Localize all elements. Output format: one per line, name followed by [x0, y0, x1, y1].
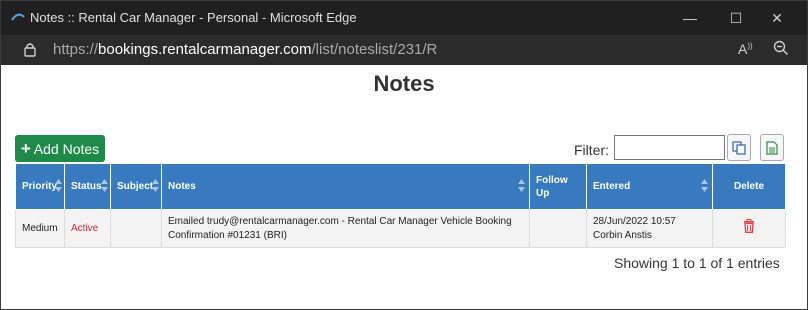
plus-icon: +	[20, 139, 31, 158]
copy-icon	[732, 140, 746, 155]
sort-icon	[518, 179, 525, 192]
app-logo-icon	[11, 13, 25, 21]
cell-delete	[712, 209, 786, 248]
column-header-priority[interactable]: Priority	[15, 163, 65, 210]
maximize-icon[interactable]: ☐	[726, 9, 746, 27]
read-aloud-icon[interactable]: A))	[738, 41, 753, 57]
trash-icon[interactable]	[743, 219, 755, 233]
title-bar: Notes :: Rental Car Manager - Personal -…	[1, 1, 807, 35]
close-icon[interactable]: ✕	[767, 9, 787, 27]
sort-icon	[701, 179, 708, 192]
column-header-entered[interactable]: Entered	[586, 163, 713, 210]
filter-input[interactable]	[614, 135, 725, 160]
lock-icon[interactable]	[23, 41, 37, 57]
sort-icon	[101, 179, 108, 192]
zoom-out-icon[interactable]	[773, 40, 789, 56]
cell-entered: 28/Jun/2022 10:57 Corbin Anstis	[586, 209, 713, 248]
column-header-delete: Delete	[712, 163, 786, 210]
header-label: Priority	[22, 181, 58, 192]
spreadsheet-icon	[766, 140, 778, 155]
column-header-subject[interactable]: Subject	[110, 163, 162, 210]
cell-subject	[110, 209, 162, 248]
table-row[interactable]: Medium Active Emailed trudy@rentalcarman…	[15, 209, 786, 248]
page-title: Notes	[373, 71, 435, 96]
column-header-notes[interactable]: Notes	[161, 163, 530, 210]
notes-table: Priority Status Subject Notes Follow Up …	[15, 163, 786, 248]
cell-status: Active	[64, 209, 111, 248]
url-host: bookings.rentalcarmanager.com	[98, 41, 312, 58]
column-header-status[interactable]: Status	[64, 163, 111, 210]
cell-priority: Medium	[15, 209, 65, 248]
cell-follow-up	[529, 209, 587, 248]
export-excel-button[interactable]	[760, 134, 784, 161]
header-label: Subject	[117, 181, 154, 192]
sort-icon	[55, 179, 62, 192]
header-label: Notes	[168, 181, 196, 192]
copy-button[interactable]	[727, 134, 751, 161]
url-field[interactable]: https://bookings.rentalcarmanager.com/li…	[53, 41, 437, 58]
url-scheme: https://	[53, 41, 99, 58]
header-label: Entered	[593, 181, 631, 192]
header-label: Status	[71, 181, 102, 192]
header-label: Delete	[733, 181, 764, 192]
filter-label: Filter:	[574, 142, 609, 158]
add-notes-label: Add Notes	[33, 141, 100, 157]
sort-icon	[152, 179, 159, 192]
header-label: Follow Up	[536, 174, 568, 199]
add-notes-button[interactable]: + Add Notes	[15, 135, 105, 162]
table-info: Showing 1 to 1 of 1 entries	[614, 255, 780, 271]
window-title: Notes :: Rental Car Manager - Personal -…	[30, 10, 357, 25]
url-path: /list/noteslist/231/R	[311, 41, 438, 58]
column-header-follow-up[interactable]: Follow Up	[529, 163, 587, 210]
cell-notes: Emailed trudy@rentalcarmanager.com - Ren…	[161, 209, 530, 248]
minimize-icon[interactable]: —	[680, 9, 700, 27]
table-header-row: Priority Status Subject Notes Follow Up …	[15, 163, 786, 210]
